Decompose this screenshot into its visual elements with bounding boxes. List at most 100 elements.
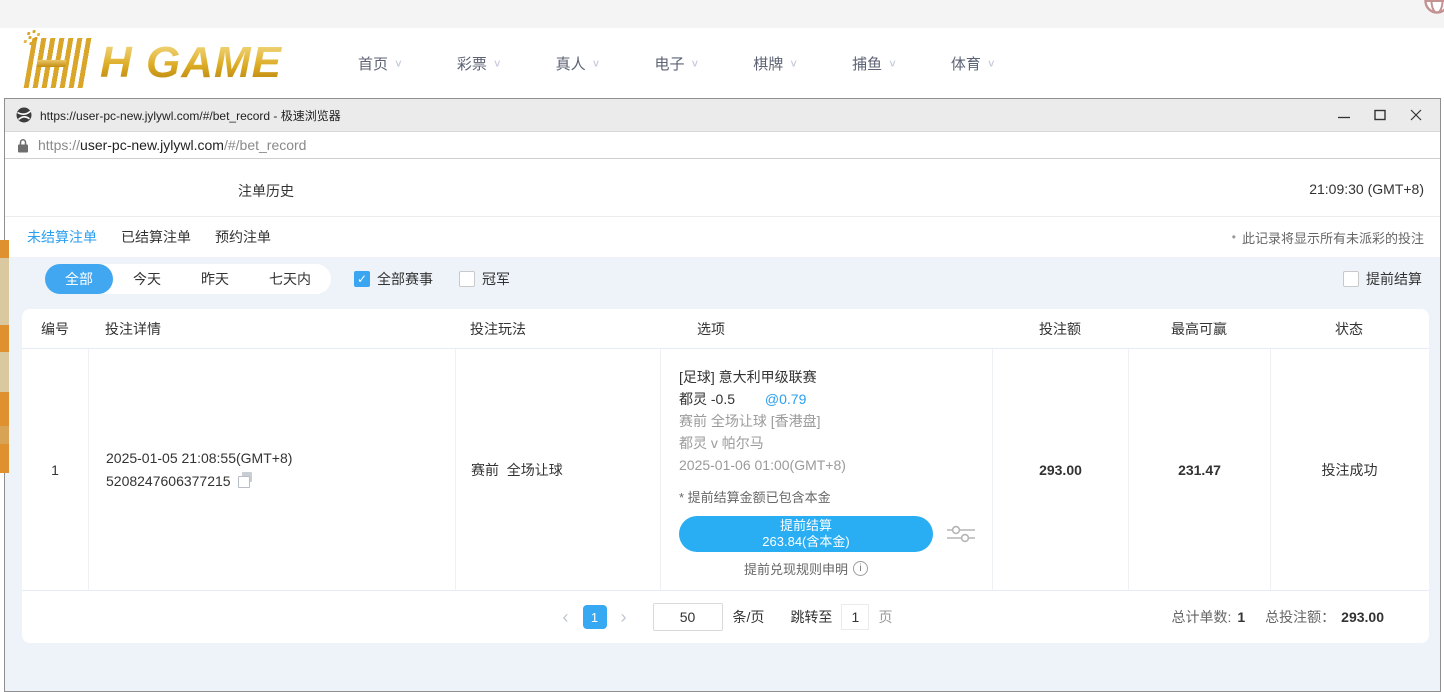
- site-logo[interactable]: H GAME: [28, 34, 282, 92]
- date-filter-group: 全部 今天 昨天 七天内: [45, 264, 331, 294]
- pick-name: 都灵 -0.5: [679, 391, 735, 407]
- record-note: • 此记录将显示所有未派彩的投注: [1232, 228, 1424, 247]
- tab-settled[interactable]: 已结算注单: [121, 227, 191, 247]
- cashout-button[interactable]: 提前结算 263.84(含本金): [679, 516, 933, 552]
- header-play: 投注玩法: [455, 319, 660, 339]
- total-stake-value: 293.00: [1341, 609, 1384, 625]
- cashout-rules[interactable]: 提前兑现规则申明 i: [679, 559, 933, 578]
- floating-side-widget[interactable]: [0, 240, 9, 473]
- chevron-down-icon: ∨: [888, 57, 897, 69]
- logo-text: H GAME: [100, 38, 282, 88]
- filter-7days[interactable]: 七天内: [249, 264, 331, 294]
- early-settlement-checkbox[interactable]: 提前结算: [1343, 269, 1422, 289]
- all-events-checkbox[interactable]: ✓ 全部赛事: [354, 269, 433, 289]
- cashout-button-title: 提前结算: [780, 518, 832, 534]
- bet-table-card: 编号 投注详情 投注玩法 选项 投注额 最高可赢 状态 1 2025-01-05…: [22, 309, 1429, 643]
- checkbox-unchecked-icon: [1343, 271, 1359, 287]
- all-events-label: 全部赛事: [377, 269, 433, 289]
- nav-item-live[interactable]: 真人 ∨: [556, 53, 601, 74]
- header-selection: 选项: [660, 319, 992, 339]
- checkbox-unchecked-icon: [459, 271, 475, 287]
- page-unit-label: 页: [878, 607, 892, 627]
- stake-value: 293.00: [1039, 462, 1082, 478]
- url-text[interactable]: https://user-pc-new.jylywl.com/#/bet_rec…: [38, 137, 306, 153]
- filter-yesterday[interactable]: 昨天: [181, 264, 249, 294]
- globe-app-icon[interactable]: [1424, 0, 1444, 14]
- logo-bars-icon: [24, 38, 93, 88]
- nav-label: 棋牌: [753, 53, 783, 74]
- header-details: 投注详情: [88, 319, 455, 339]
- filter-all[interactable]: 全部: [45, 264, 113, 294]
- clock: 21:09:30 (GMT+8): [1309, 181, 1424, 197]
- bet-record-page: 注单历史 21:09:30 (GMT+8) 未结算注单 已结算注单 预约注单 •…: [5, 160, 1440, 691]
- next-page-icon[interactable]: ›: [617, 608, 631, 626]
- cell-details: 2025-01-05 21:08:55(GMT+8) 5208247606377…: [88, 349, 455, 590]
- lock-icon[interactable]: [17, 138, 29, 153]
- market-name: 赛前 全场让球 [香港盘]: [679, 410, 992, 432]
- jump-page-input[interactable]: [841, 604, 869, 630]
- url-path: /#/bet_record: [224, 137, 307, 153]
- chevron-down-icon: ∨: [690, 57, 699, 69]
- tabs-row: 未结算注单 已结算注单 预约注单 • 此记录将显示所有未派彩的投注: [5, 217, 1440, 257]
- prev-page-icon[interactable]: ‹: [559, 608, 573, 626]
- cell-selection: [足球] 意大利甲级联赛 都灵 -0.5 @0.79 赛前 全场让球 [香港盘]…: [660, 349, 992, 590]
- filter-today[interactable]: 今天: [113, 264, 181, 294]
- browser-titlebar[interactable]: https://user-pc-new.jylywl.com/#/bet_rec…: [5, 99, 1440, 132]
- total-count-label: 总计单数:: [1171, 607, 1231, 627]
- checkbox-checked-icon: ✓: [354, 271, 370, 287]
- header-no: 编号: [22, 319, 88, 339]
- champion-checkbox[interactable]: 冠军: [459, 269, 510, 289]
- nav-label: 首页: [358, 53, 388, 74]
- page-title: 注单历史: [238, 181, 294, 201]
- nav-item-sports[interactable]: 体育 ∨: [951, 53, 996, 74]
- chevron-down-icon: ∨: [789, 57, 798, 69]
- close-button[interactable]: [1398, 101, 1434, 129]
- header-maxwin: 最高可赢: [1128, 319, 1270, 339]
- minimize-icon: [1338, 109, 1350, 121]
- chevron-down-icon: ∨: [493, 57, 502, 69]
- total-stake-label: 总投注额：: [1265, 607, 1335, 627]
- cashout-rules-label: 提前兑现规则申明: [744, 559, 848, 578]
- nav-label: 彩票: [457, 53, 487, 74]
- tab-unsettled[interactable]: 未结算注单: [27, 227, 97, 247]
- nav-item-slots[interactable]: 电子 ∨: [654, 53, 699, 74]
- pagination-row: ‹ 1 › 条/页 跳转至 页 总计单数: 1 总投注额： 2: [22, 591, 1429, 643]
- nav-label: 真人: [556, 53, 586, 74]
- nav-item-fishing[interactable]: 捕鱼 ∨: [852, 53, 897, 74]
- nav-label: 捕鱼: [852, 53, 882, 74]
- nav-item-lottery[interactable]: 彩票 ∨: [457, 53, 502, 74]
- tab-reserved[interactable]: 预约注单: [215, 227, 271, 247]
- minimize-button[interactable]: [1326, 101, 1362, 129]
- pager-group: ‹ 1 › 条/页 跳转至 页: [559, 603, 893, 631]
- browser-favicon-icon: [16, 107, 32, 123]
- cashout-button-amount: 263.84(含本金): [762, 534, 849, 550]
- table-row: 1 2025-01-05 21:08:55(GMT+8) 52082476063…: [22, 349, 1429, 591]
- page-header: 注单历史 21:09:30 (GMT+8): [5, 160, 1440, 217]
- bullet-icon: •: [1232, 230, 1236, 244]
- cell-maxwin: 231.47: [1128, 349, 1270, 590]
- desktop-top-strip: [0, 0, 1444, 28]
- site-header: H GAME 首页 ∨ 彩票 ∨ 真人 ∨ 电子 ∨ 棋牌 ∨ 捕鱼 ∨ 体育 …: [0, 28, 1444, 98]
- page-size-input[interactable]: [653, 603, 723, 631]
- url-host: user-pc-new.jylywl.com: [80, 137, 224, 153]
- cell-play: 赛前 全场让球: [455, 349, 660, 590]
- nav-item-cards[interactable]: 棋牌 ∨: [753, 53, 798, 74]
- chevron-down-icon: ∨: [592, 57, 601, 69]
- champion-label: 冠军: [482, 269, 510, 289]
- cell-status: 投注成功: [1270, 349, 1428, 590]
- nav-label: 电子: [654, 53, 684, 74]
- info-icon[interactable]: i: [853, 561, 868, 576]
- cashout-note: * 提前结算金额已包含本金: [679, 489, 992, 507]
- status-value: 投注成功: [1322, 460, 1378, 480]
- page-size-label: 条/页: [733, 607, 765, 627]
- header-status: 状态: [1270, 319, 1428, 339]
- slider-settings-icon[interactable]: [947, 523, 975, 545]
- browser-urlbar[interactable]: https://user-pc-new.jylywl.com/#/bet_rec…: [5, 132, 1440, 159]
- odds-value: @0.79: [765, 391, 806, 407]
- maximize-button[interactable]: [1362, 101, 1398, 129]
- table-header: 编号 投注详情 投注玩法 选项 投注额 最高可赢 状态: [22, 309, 1429, 349]
- nav-item-home[interactable]: 首页 ∨: [358, 53, 403, 74]
- current-page-button[interactable]: 1: [583, 605, 607, 629]
- copy-icon[interactable]: [238, 474, 252, 488]
- maxwin-value: 231.47: [1178, 462, 1221, 478]
